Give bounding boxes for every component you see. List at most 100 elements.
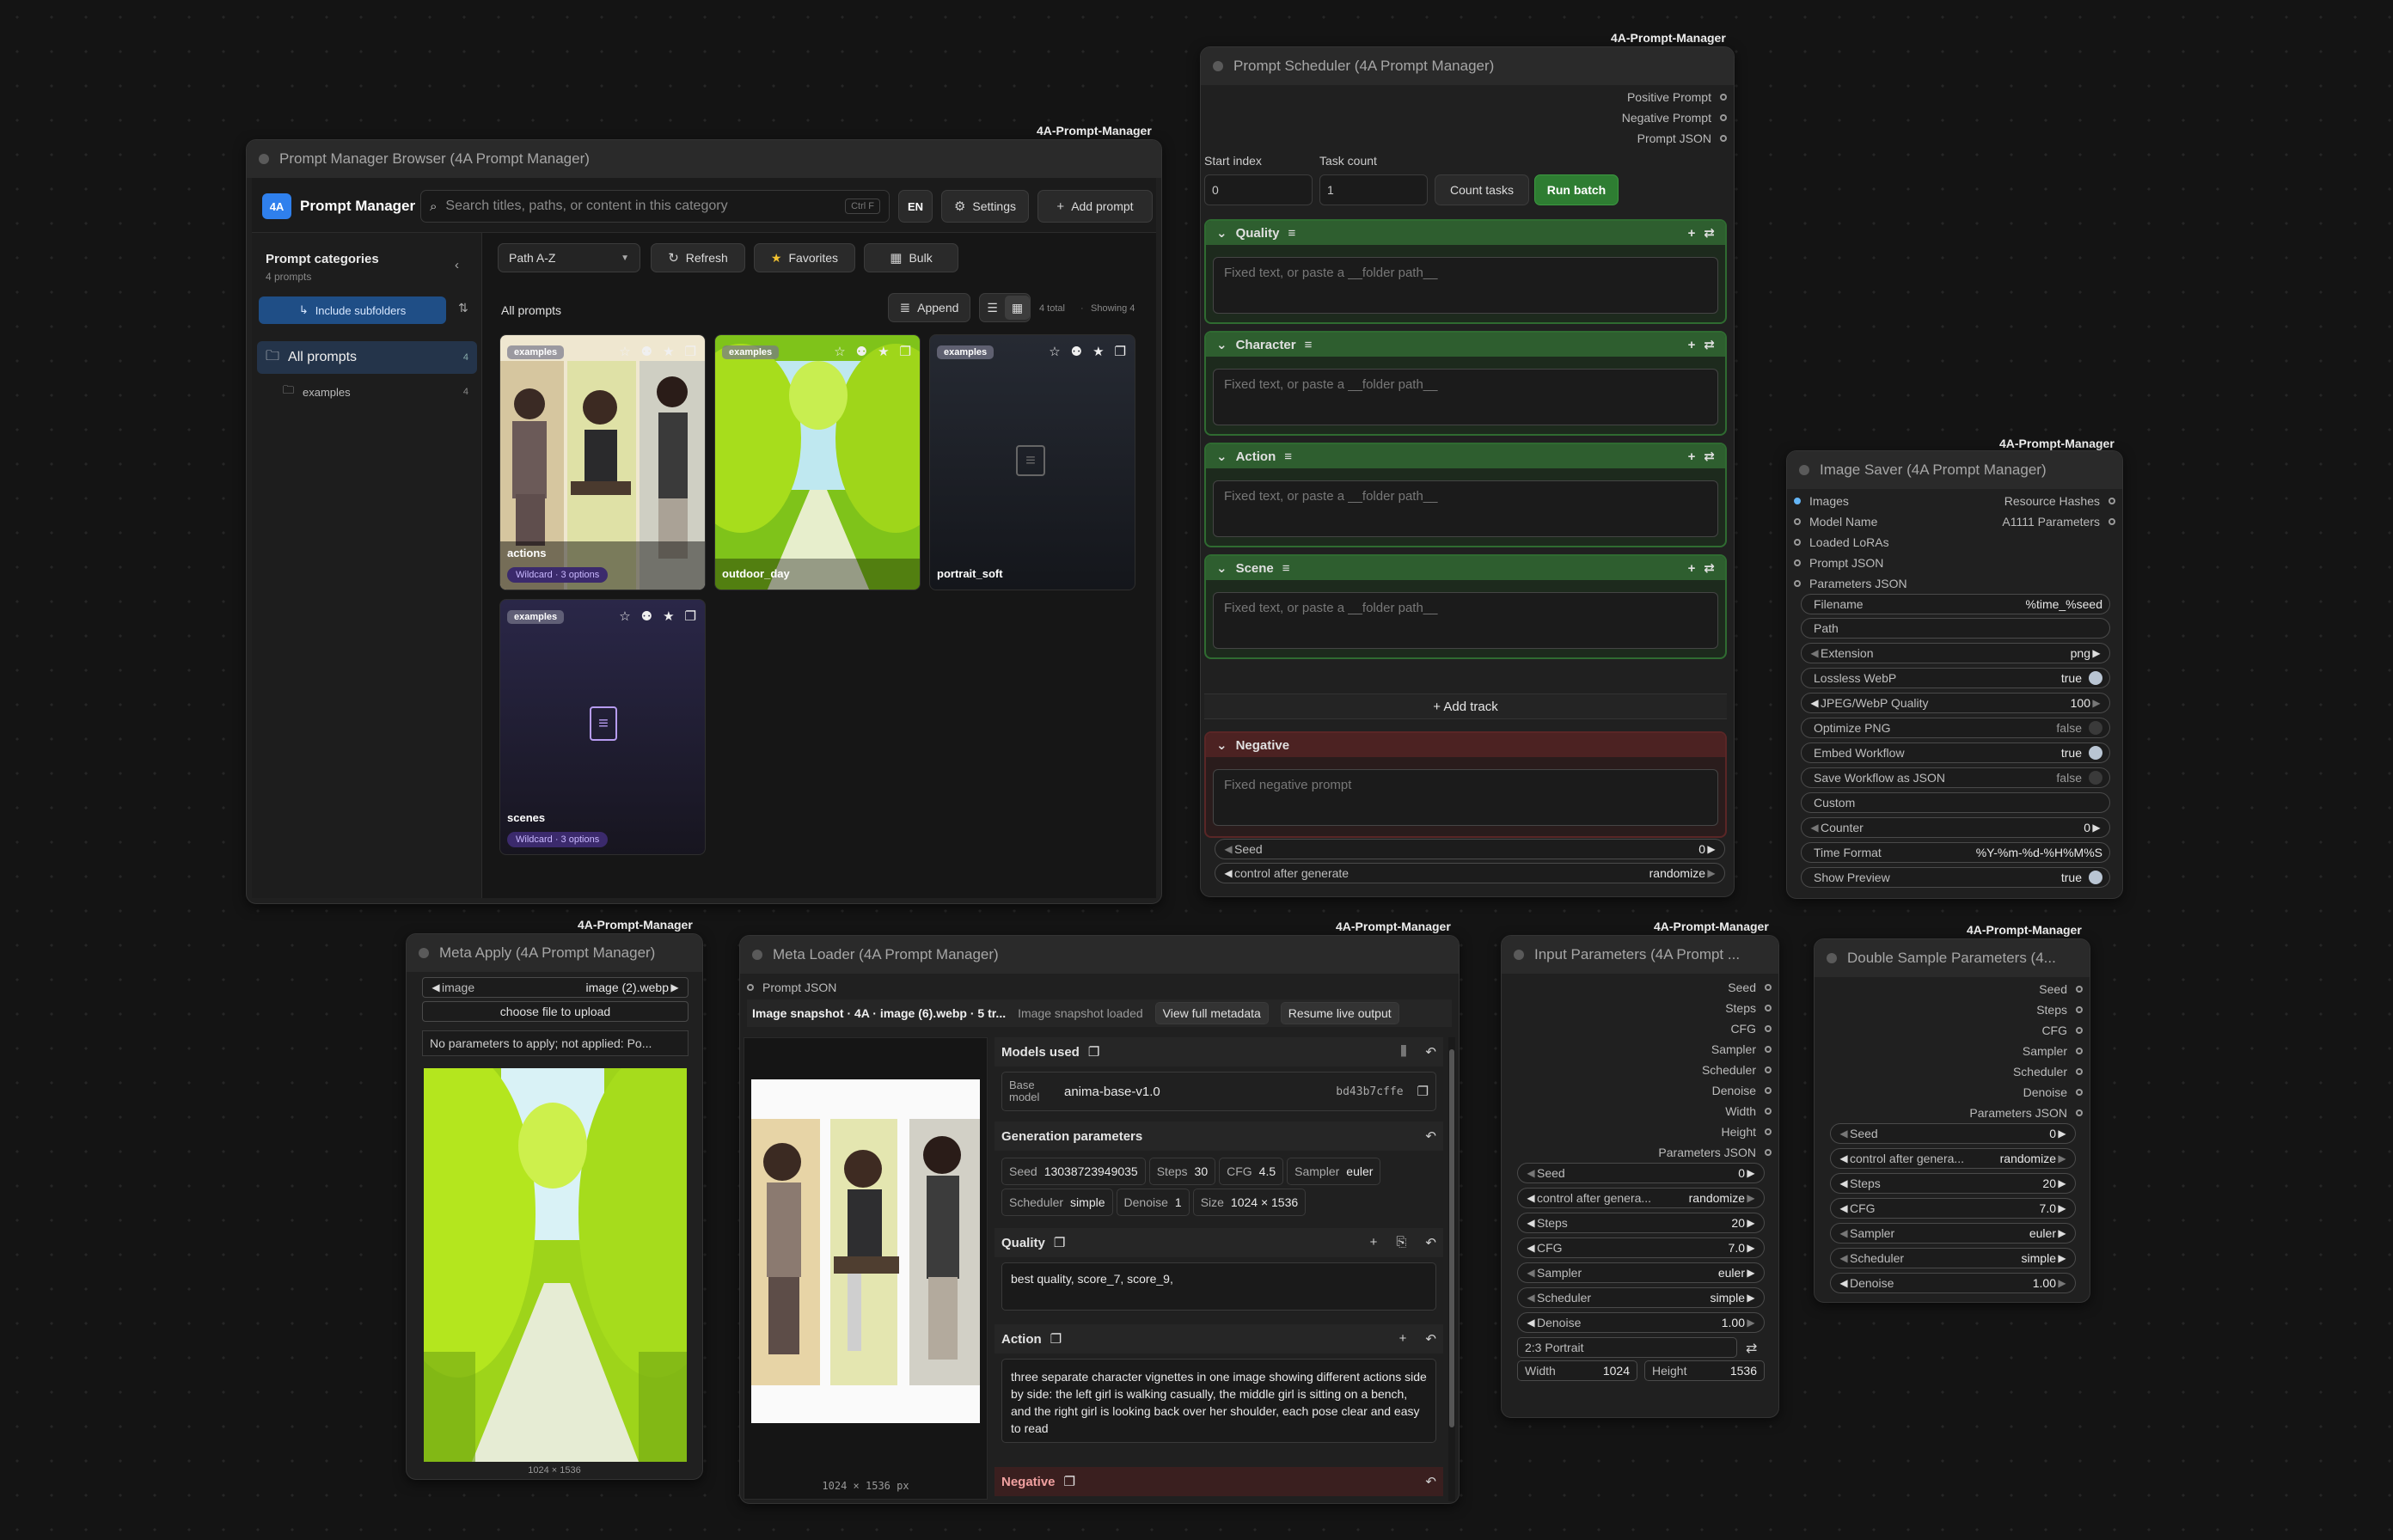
node-title-bar[interactable]: Image Saver (4A Prompt Manager) <box>1787 451 2122 489</box>
output-socket[interactable] <box>1720 135 1727 142</box>
decrement-arrow-icon[interactable]: ◀ <box>1525 1317 1537 1329</box>
pose-icon[interactable]: ★ <box>878 344 889 359</box>
input-model-name[interactable]: Model Name <box>1794 515 1877 529</box>
track-header[interactable]: ⌄ Action ≡ + ⇄ <box>1206 444 1725 468</box>
sampler-widget[interactable]: ◀ Sampler euler ▶ <box>1830 1223 2076 1244</box>
copy-icon[interactable]: ❐ <box>1417 1084 1429 1099</box>
output-socket[interactable] <box>1765 1087 1772 1094</box>
prompt-card-portrait-soft[interactable]: examples ☆ ⚉ ★ ❐ ≡ portrait_soft <box>929 334 1135 590</box>
path-widget[interactable]: Path <box>1801 618 2110 639</box>
track-header[interactable]: ⌄ Character ≡ + ⇄ <box>1206 333 1725 357</box>
output-prompt-json[interactable]: Prompt JSON <box>747 981 836 994</box>
output-socket[interactable] <box>2076 1068 2083 1075</box>
output-scheduler[interactable]: Scheduler <box>1702 1063 1772 1077</box>
output-steps[interactable]: Steps <box>1725 1001 1772 1015</box>
copy-icon[interactable]: ❐ <box>685 608 696 624</box>
output-socket[interactable] <box>1720 114 1727 121</box>
height-field[interactable]: Height 1536 <box>1644 1360 1765 1381</box>
lossless-webp-toggle[interactable]: Lossless WebP true <box>1801 668 2110 688</box>
decrement-arrow-icon[interactable]: ◀ <box>1838 1152 1850 1164</box>
star-icon[interactable]: ☆ <box>619 344 630 359</box>
output-socket[interactable] <box>1765 1149 1772 1156</box>
decrement-arrow-icon[interactable]: ◀ <box>1838 1277 1850 1289</box>
copy-icon[interactable]: ❐ <box>1115 344 1126 359</box>
decrement-arrow-icon[interactable]: ◀ <box>1838 1177 1850 1189</box>
node-title-bar[interactable]: Meta Apply (4A Prompt Manager) <box>407 934 702 972</box>
star-icon[interactable]: ☆ <box>619 608 630 624</box>
increment-arrow-icon[interactable]: ▶ <box>2090 647 2102 659</box>
input-socket[interactable] <box>1794 580 1801 587</box>
language-button[interactable]: EN <box>898 190 933 223</box>
increment-arrow-icon[interactable]: ▶ <box>1745 1292 1757 1304</box>
output-socket[interactable] <box>1765 1046 1772 1053</box>
decrement-arrow-icon[interactable]: ◀ <box>1809 822 1821 834</box>
add-track-button[interactable]: + Add track <box>1204 694 1727 719</box>
custom-widget[interactable]: Custom <box>1801 792 2110 813</box>
output-positive-prompt[interactable]: Positive Prompt <box>1627 90 1727 104</box>
output-socket[interactable] <box>2108 498 2115 504</box>
scrollbar-thumb[interactable] <box>1449 1049 1454 1427</box>
node-title-bar[interactable]: Prompt Manager Browser (4A Prompt Manage… <box>247 140 1161 178</box>
swap-icon[interactable]: ⇄ <box>1704 560 1715 576</box>
increment-arrow-icon[interactable]: ▶ <box>1745 1242 1757 1254</box>
increment-arrow-icon[interactable]: ▶ <box>669 981 681 993</box>
output-socket[interactable] <box>1765 1005 1772 1011</box>
optimize-png-toggle[interactable]: Optimize PNG false <box>1801 718 2110 738</box>
bulk-button[interactable]: ▦ Bulk <box>864 243 958 272</box>
output-socket[interactable] <box>2076 1027 2083 1034</box>
track-header[interactable]: ⌄ Negative <box>1206 733 1725 757</box>
drag-handle-icon[interactable]: ≡ <box>1305 338 1313 352</box>
view-toggle[interactable]: ☰ ▦ <box>979 293 1031 322</box>
prompt-card-outdoor-day[interactable]: examples ☆ ⚉ ★ ❐ outdoor_day <box>714 334 921 590</box>
reply-icon[interactable]: ↶ <box>1425 1331 1436 1347</box>
output-negative-prompt[interactable]: Negative Prompt <box>1622 111 1727 125</box>
settings-button[interactable]: ⚙ Settings <box>941 190 1029 223</box>
seed-widget[interactable]: ◀ Seed 0 ▶ <box>1517 1163 1765 1183</box>
person-icon[interactable]: ⚉ <box>1071 344 1082 359</box>
increment-arrow-icon[interactable]: ▶ <box>2056 1177 2068 1189</box>
control-after-generate-widget[interactable]: ◀ control after genera... randomize ▶ <box>1517 1188 1765 1208</box>
output-socket[interactable] <box>2076 1089 2083 1096</box>
prompt-scheduler-node[interactable]: Prompt Scheduler (4A Prompt Manager) Pos… <box>1200 46 1735 897</box>
chevron-down-icon[interactable]: ⌄ <box>1216 337 1227 352</box>
run-batch-button[interactable]: Run batch <box>1534 174 1619 205</box>
drag-handle-icon[interactable]: ≡ <box>1282 561 1290 576</box>
track-header[interactable]: ⌄ Scene ≡ + ⇄ <box>1206 556 1725 580</box>
person-icon[interactable]: ⚉ <box>856 344 867 359</box>
image-saver-node[interactable]: Image Saver (4A Prompt Manager) Images M… <box>1786 450 2123 899</box>
plus-icon[interactable]: + <box>1688 338 1696 352</box>
drag-handle-icon[interactable]: ≡ <box>1288 226 1295 241</box>
input-socket[interactable] <box>1794 539 1801 546</box>
prompt-card-actions[interactable]: examples ☆ ⚉ ★ ❐ actions Wildcard · 3 optio… <box>499 334 706 590</box>
chevron-down-icon[interactable]: ⌄ <box>1216 737 1227 753</box>
decrement-arrow-icon[interactable]: ◀ <box>1838 1128 1850 1140</box>
input-prompt-json[interactable]: Prompt JSON <box>1794 556 1883 570</box>
increment-arrow-icon[interactable]: ▶ <box>1705 843 1717 855</box>
output-cfg[interactable]: CFG <box>2041 1024 2083 1037</box>
image-select-widget[interactable]: ◀ image image (2).webp ▶ <box>422 977 689 998</box>
collapse-sidebar-icon[interactable]: ‹ <box>455 259 459 272</box>
steps-widget[interactable]: ◀ Steps 20 ▶ <box>1517 1213 1765 1233</box>
plus-icon[interactable]: + <box>1688 226 1696 241</box>
save-workflow-json-toggle[interactable]: Save Workflow as JSON false <box>1801 767 2110 788</box>
chevron-down-icon[interactable]: ⌄ <box>1216 225 1227 241</box>
decrement-arrow-icon[interactable]: ◀ <box>430 981 442 993</box>
search-input[interactable]: ⌕ Search titles, paths, or content in th… <box>420 190 890 223</box>
output-denoise[interactable]: Denoise <box>1712 1084 1772 1097</box>
decrement-arrow-icon[interactable]: ◀ <box>1809 647 1821 659</box>
person-icon[interactable]: ⚉ <box>641 344 652 359</box>
meta-loader-node[interactable]: Meta Loader (4A Prompt Manager) Prompt J… <box>739 935 1460 1504</box>
output-socket[interactable] <box>1765 1025 1772 1032</box>
increment-arrow-icon[interactable]: ▶ <box>1705 867 1717 879</box>
star-icon[interactable]: ☆ <box>1049 344 1060 359</box>
input-loaded-loras[interactable]: Loaded LoRAs <box>1794 535 1889 549</box>
node-title-bar[interactable]: Input Parameters (4A Prompt ... <box>1502 936 1778 974</box>
increment-arrow-icon[interactable]: ▶ <box>2090 822 2102 834</box>
include-subfolders-toggle[interactable]: ↳ Include subfolders <box>259 296 446 324</box>
toggle-knob-icon[interactable] <box>2089 721 2102 735</box>
increment-arrow-icon[interactable]: ▶ <box>2056 1152 2068 1164</box>
track-textarea[interactable]: Fixed text, or paste a __folder path__ <box>1213 257 1718 314</box>
toggle-knob-icon[interactable] <box>2089 871 2102 884</box>
output-seed[interactable]: Seed <box>1728 981 1772 994</box>
prompt-manager-browser-node[interactable]: Prompt Manager Browser (4A Prompt Manage… <box>246 139 1162 904</box>
